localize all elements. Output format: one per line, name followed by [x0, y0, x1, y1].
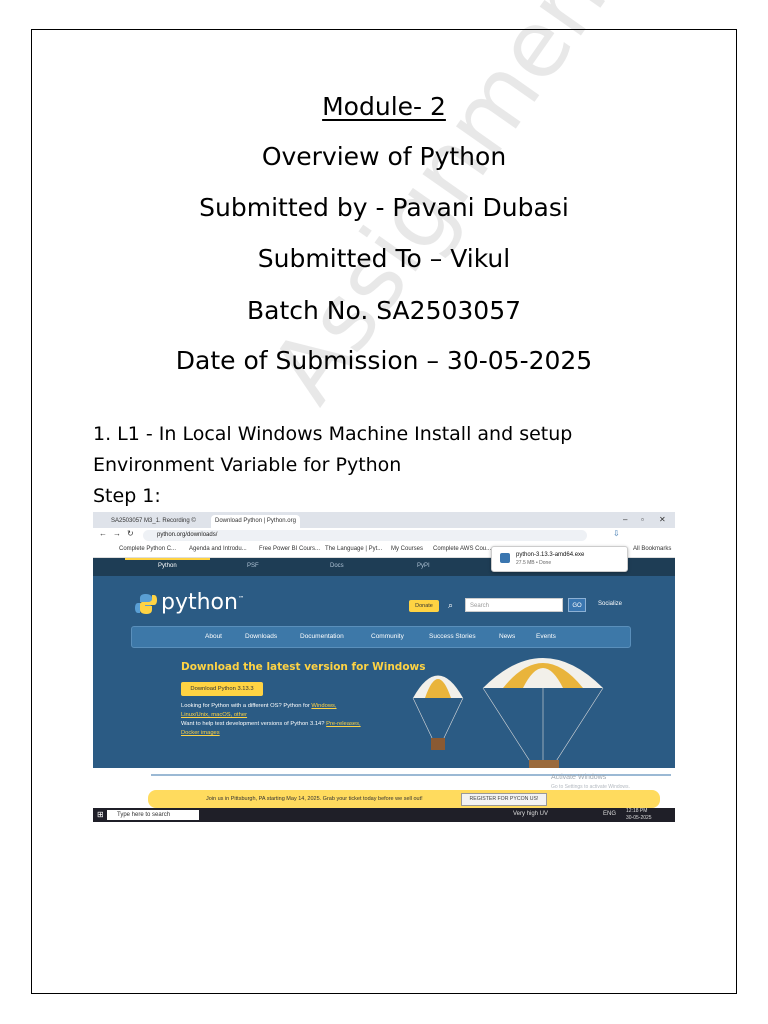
socialize-link[interactable]: Socialize	[598, 601, 622, 607]
language-indicator[interactable]: ENG	[603, 811, 616, 817]
prerelease-line: Want to help test development versions o…	[181, 721, 361, 727]
pycon-banner-text: Join us in Pittsburgh, PA starting May 1…	[206, 796, 423, 802]
pycon-banner: Join us in Pittsburgh, PA starting May 1…	[148, 790, 660, 808]
active-tab-indicator	[125, 558, 210, 560]
pre-releases-link[interactable]: Pre-releases,	[326, 721, 360, 727]
os-info-line: Looking for Python with a different OS? …	[181, 703, 337, 709]
submission-date: Date of Submission – 30-05-2025	[175, 346, 593, 375]
submitted-to: Submitted To – Vikul	[257, 244, 511, 273]
other-os-links[interactable]: Linux/Unix, macOS, other	[181, 712, 247, 718]
python-logo-icon	[135, 594, 157, 614]
top-nav-docs[interactable]: Docs	[330, 563, 344, 569]
all-bookmarks[interactable]: All Bookmarks	[633, 546, 671, 552]
docker-line: Docker images	[181, 730, 220, 736]
windows-link[interactable]: Windows,	[311, 703, 336, 709]
browser-tab-bar: SA2503057 M3_1. Recording © Download Pyt…	[93, 512, 675, 528]
windows-start-icon[interactable]: ⊞	[97, 810, 104, 819]
os-links-line: Linux/Unix, macOS, other	[181, 712, 247, 718]
address-bar: ← → ↻ python.org/downloads/ ⇩	[93, 528, 675, 543]
weather-status[interactable]: Very high UV	[513, 811, 548, 817]
taskbar-time[interactable]: 12:18 PM	[626, 808, 647, 814]
reload-icon[interactable]: ↻	[127, 529, 134, 538]
browser-tab-python[interactable]: Download Python | Python.org	[211, 515, 300, 528]
download-python-button[interactable]: Download Python 3.13.3	[181, 682, 263, 696]
register-pycon-button[interactable]: REGISTER FOR PYCON US!	[461, 793, 547, 806]
url-field[interactable]: python.org/downloads/	[143, 530, 587, 541]
browser-screenshot: SA2503057 M3_1. Recording © Download Pyt…	[93, 512, 675, 822]
nav-documentation[interactable]: Documentation	[300, 633, 344, 640]
nav-events[interactable]: Events	[536, 633, 556, 640]
nav-downloads[interactable]: Downloads	[245, 633, 277, 640]
download-heading: Download the latest version for Windows	[181, 661, 426, 673]
bookmark-item[interactable]: Agenda and Introdu...	[189, 546, 247, 552]
close-icon[interactable]: ✕	[659, 515, 666, 524]
top-nav-python[interactable]: Python	[158, 563, 177, 569]
bookmark-item[interactable]: The Language | Pyt...	[325, 546, 382, 552]
maximize-icon[interactable]: ▫	[641, 515, 644, 524]
nav-community[interactable]: Community	[371, 633, 404, 640]
taskbar-search[interactable]: Type here to search	[107, 810, 199, 820]
download-filename[interactable]: python-3.13.3-amd64.exe	[516, 552, 584, 558]
batch-number: Batch No. SA2503057	[246, 296, 522, 325]
overview-heading: Overview of Python	[261, 142, 507, 171]
go-button[interactable]: GO	[568, 598, 586, 612]
taskbar-date[interactable]: 30-05-2025	[626, 815, 652, 821]
parachute-illustration	[412, 658, 604, 786]
download-section: Download the latest version for Windows …	[93, 648, 675, 786]
nav-about[interactable]: About	[205, 633, 222, 640]
minimize-icon[interactable]: –	[623, 515, 627, 524]
module-heading: Module- 2	[322, 92, 446, 121]
download-icon[interactable]: ⇩	[613, 529, 620, 538]
windows-taskbar: ⊞ Type here to search Very high UV ENG 1…	[93, 808, 675, 822]
nav-news[interactable]: News	[499, 633, 515, 640]
back-icon[interactable]: ←	[99, 529, 107, 538]
download-popup[interactable]: python-3.13.3-amd64.exe 27.5 MB • Done	[491, 546, 628, 572]
bookmark-item[interactable]: Complete Python C...	[119, 546, 176, 552]
top-nav-pypi[interactable]: PyPI	[417, 563, 430, 569]
bookmark-item[interactable]: Free Power BI Cours...	[259, 546, 320, 552]
task-line-1: 1. L1 - In Local Windows Machine Install…	[93, 423, 573, 445]
donate-button[interactable]: Donate	[409, 600, 439, 612]
forward-icon[interactable]: →	[113, 529, 121, 538]
search-input[interactable]: Search	[465, 598, 563, 612]
bookmark-item[interactable]: Complete AWS Cou...	[433, 546, 491, 552]
browser-tab-recording[interactable]: SA2503057 M3_1. Recording ©	[107, 515, 200, 528]
task-line-2: Environment Variable for Python	[93, 454, 402, 476]
docker-images-link[interactable]: Docker images	[181, 730, 220, 736]
installer-file-icon	[500, 553, 510, 563]
top-nav-psf[interactable]: PSF	[247, 563, 259, 569]
search-icon: ⌕	[448, 600, 454, 610]
nav-success-stories[interactable]: Success Stories	[429, 633, 476, 640]
step-label: Step 1:	[93, 485, 161, 507]
submitted-by: Submitted by - Pavani Dubasi	[199, 193, 569, 222]
python-main-nav: About Downloads Documentation Community …	[131, 626, 631, 648]
activate-windows-notice: Activate Windows	[551, 774, 607, 781]
bookmark-item[interactable]: My Courses	[391, 546, 423, 552]
python-logo-text[interactable]: python™	[161, 590, 244, 615]
download-status: 27.5 MB • Done	[516, 560, 552, 566]
